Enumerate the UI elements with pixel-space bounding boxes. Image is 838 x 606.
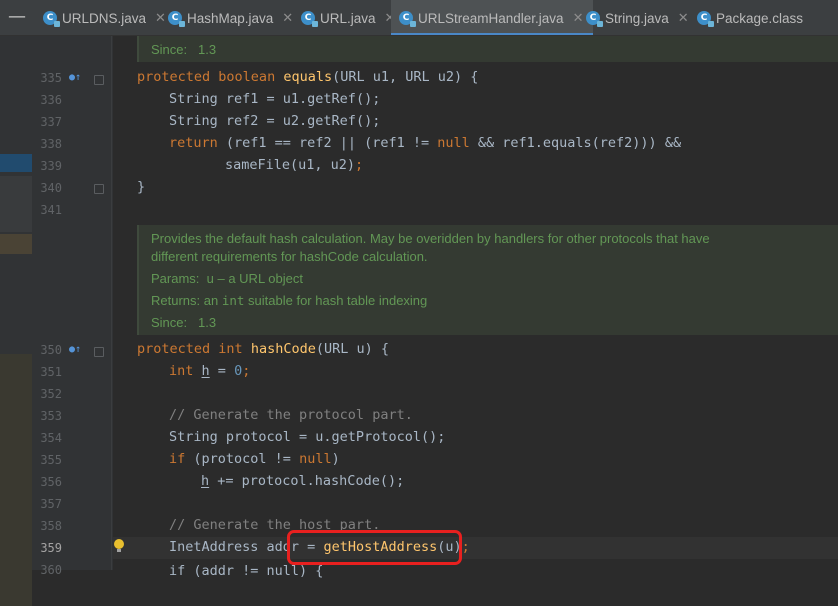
line-number: 356 bbox=[40, 475, 62, 489]
project-panel-edge[interactable] bbox=[0, 36, 32, 606]
close-icon[interactable]: ✕ bbox=[155, 11, 166, 26]
override-marker-icon[interactable]: ●↑ bbox=[69, 72, 83, 84]
line-number: 350 bbox=[40, 343, 62, 357]
doc-returns-line: Returns: an int suitable for hash table … bbox=[151, 293, 428, 308]
panel-row-block bbox=[0, 176, 32, 232]
code-line-354[interactable]: String protocol = u.getProtocol(); bbox=[169, 429, 445, 445]
line-number: 354 bbox=[40, 431, 62, 445]
doc-description-line: different requirements for hashCode calc… bbox=[151, 249, 428, 264]
code-line-353[interactable]: // Generate the protocol part. bbox=[169, 407, 413, 423]
java-class-icon: C bbox=[168, 11, 185, 27]
selected-row-highlight bbox=[0, 154, 32, 172]
line-number: 359 bbox=[40, 541, 62, 555]
code-line-337[interactable]: String ref2 = u2.getRef(); bbox=[169, 113, 380, 129]
line-number: 341 bbox=[40, 203, 62, 217]
code-line-338[interactable]: return (ref1 == ref2 || (ref1 != null &&… bbox=[169, 135, 681, 151]
doc-since-line: Since: 1.3 bbox=[151, 42, 217, 57]
code-line-339[interactable]: sameFile(u1, u2); bbox=[225, 157, 363, 173]
collapse-icon[interactable]: — bbox=[0, 0, 34, 36]
class-file-icon: C bbox=[697, 11, 714, 27]
code-line-351[interactable]: int h = 0; bbox=[169, 363, 250, 379]
tab-url[interactable]: C URL.java ✕ bbox=[301, 0, 395, 36]
lightbulb-icon[interactable] bbox=[113, 539, 125, 553]
doc-since-line: Since: 1.3 bbox=[151, 315, 217, 330]
line-number: 357 bbox=[40, 497, 62, 511]
line-number: 355 bbox=[40, 453, 62, 467]
tab-label: Package.class bbox=[716, 10, 804, 26]
tab-urldns[interactable]: C URLDNS.java ✕ bbox=[43, 0, 166, 36]
doc-params-line: Params: u – a URL object bbox=[151, 271, 303, 286]
line-number: 340 bbox=[40, 181, 62, 195]
panel-region bbox=[0, 354, 32, 606]
gutter-border bbox=[111, 36, 112, 570]
java-class-icon: C bbox=[399, 11, 416, 27]
code-line-336[interactable]: String ref1 = u1.getRef(); bbox=[169, 91, 380, 107]
doc-description-line: Provides the default hash calculation. M… bbox=[151, 231, 710, 246]
highlight-annotation-box bbox=[287, 530, 462, 565]
line-number: 353 bbox=[40, 409, 62, 423]
line-number: 337 bbox=[40, 115, 62, 129]
panel-row-highlight bbox=[0, 234, 32, 254]
close-icon[interactable]: ✕ bbox=[282, 11, 293, 26]
tab-label: URL.java bbox=[320, 10, 376, 26]
fold-icon[interactable] bbox=[94, 347, 104, 357]
close-icon[interactable]: ✕ bbox=[678, 11, 689, 26]
line-number: 351 bbox=[40, 365, 62, 379]
tab-hashmap[interactable]: C HashMap.java ✕ bbox=[168, 0, 293, 36]
code-line-350[interactable]: protected int hashCode(URL u) { bbox=[137, 341, 389, 357]
java-class-icon: C bbox=[586, 11, 603, 27]
tab-label: HashMap.java bbox=[187, 10, 274, 26]
tab-label: URLDNS.java bbox=[62, 10, 147, 26]
line-number: 339 bbox=[40, 159, 62, 173]
editor-tab-bar: — C URLDNS.java ✕ C HashMap.java ✕ C URL… bbox=[0, 0, 838, 36]
tab-package-class[interactable]: C Package.class bbox=[697, 0, 803, 36]
code-line-355[interactable]: if (protocol != null) bbox=[169, 451, 340, 467]
tab-label: URLStreamHandler.java bbox=[418, 10, 564, 26]
code-line-340[interactable]: } bbox=[137, 179, 145, 195]
tab-urlstreamhandler[interactable]: C URLStreamHandler.java ✕ bbox=[391, 0, 594, 36]
fold-icon[interactable] bbox=[94, 184, 104, 194]
override-marker-icon[interactable]: ●↑ bbox=[69, 344, 83, 356]
line-number: 336 bbox=[40, 93, 62, 107]
java-class-icon: C bbox=[43, 11, 60, 27]
line-number: 338 bbox=[40, 137, 62, 151]
line-number: 335 bbox=[40, 71, 62, 85]
fold-icon[interactable] bbox=[94, 75, 104, 85]
code-line-356[interactable]: h += protocol.hashCode(); bbox=[201, 473, 404, 489]
code-line-360[interactable]: if (addr != null) { bbox=[169, 563, 323, 579]
line-number: 352 bbox=[40, 387, 62, 401]
close-icon[interactable]: ✕ bbox=[573, 11, 584, 26]
line-number: 360 bbox=[40, 563, 62, 577]
doc-comment-top bbox=[137, 36, 838, 62]
tab-label: String.java bbox=[605, 10, 669, 26]
tab-string[interactable]: C String.java ✕ bbox=[586, 0, 689, 36]
line-number: 358 bbox=[40, 519, 62, 533]
code-line-335[interactable]: protected boolean equals(URL u1, URL u2)… bbox=[137, 69, 478, 85]
java-class-icon: C bbox=[301, 11, 318, 27]
